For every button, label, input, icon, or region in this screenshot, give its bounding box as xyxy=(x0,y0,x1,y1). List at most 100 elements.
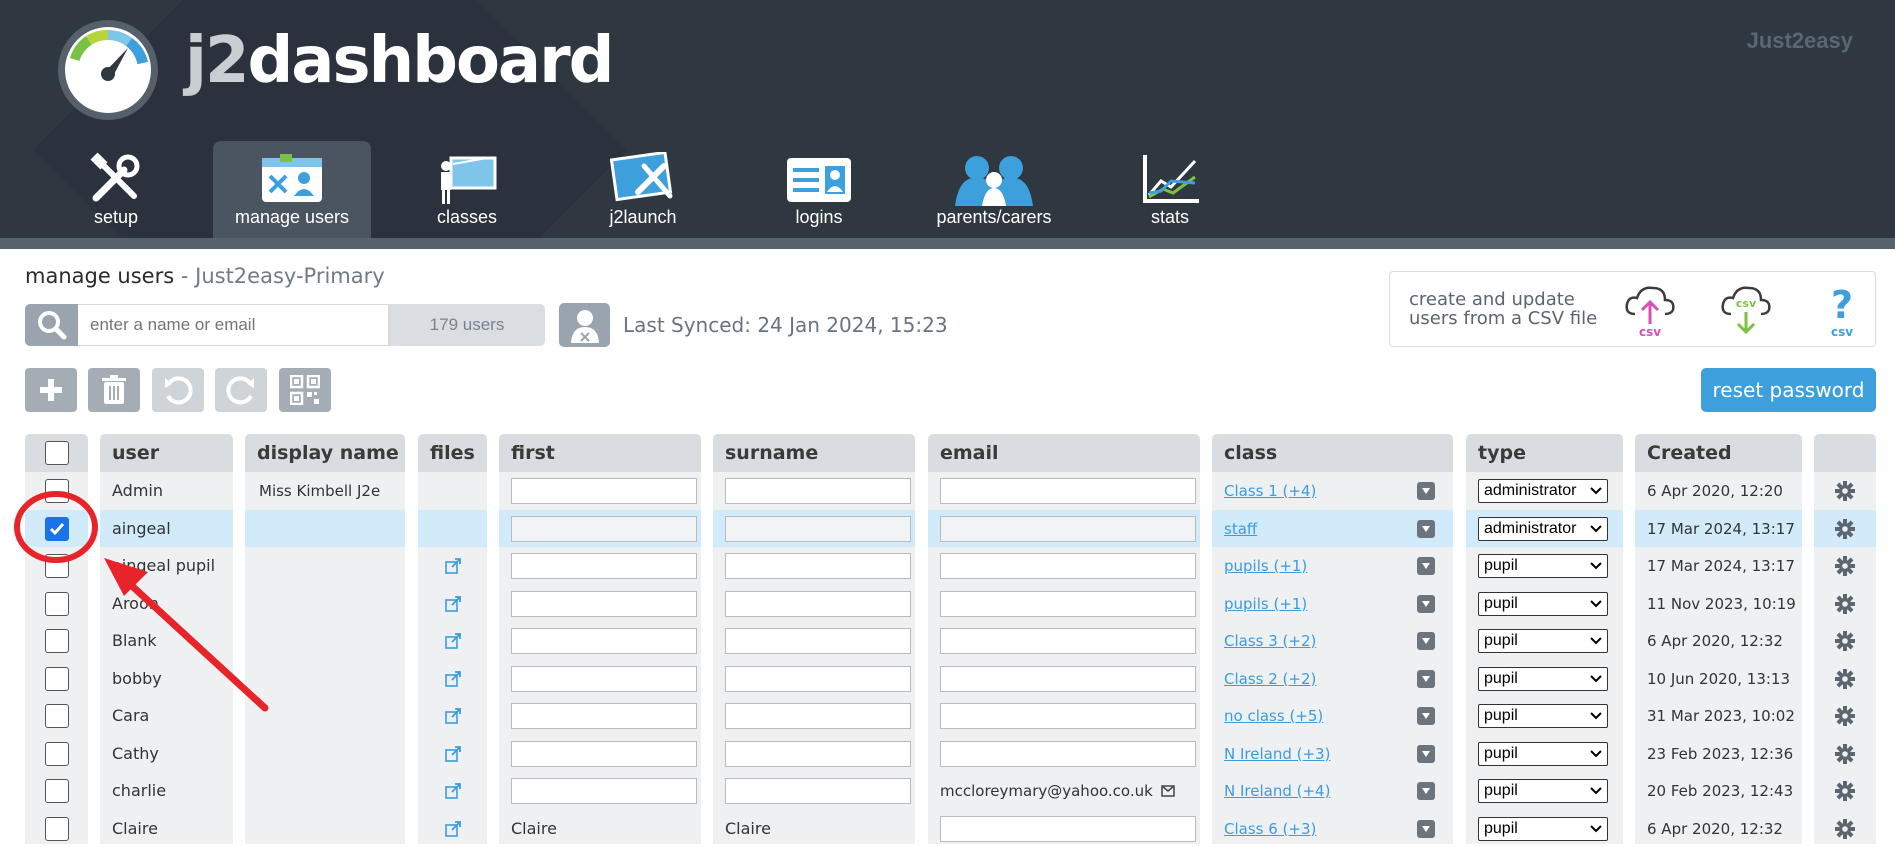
type-select[interactable]: pupil xyxy=(1478,628,1608,653)
type-select[interactable]: pupil xyxy=(1478,741,1608,766)
external-link-icon[interactable] xyxy=(444,707,461,724)
undo-button[interactable] xyxy=(152,368,204,412)
display-name[interactable] xyxy=(245,735,405,772)
external-link-icon[interactable] xyxy=(444,557,461,574)
class-dropdown-button[interactable] xyxy=(1417,819,1435,838)
class-dropdown-button[interactable] xyxy=(1417,631,1435,650)
class-link[interactable]: Class 6 (+3) xyxy=(1224,820,1316,838)
add-user-button[interactable] xyxy=(25,368,77,412)
surname-input[interactable] xyxy=(725,665,911,692)
first-name-input[interactable] xyxy=(511,665,697,692)
reset-password-button[interactable]: reset password xyxy=(1701,368,1876,412)
row-checkbox[interactable] xyxy=(44,628,69,653)
surname-value[interactable]: Claire xyxy=(725,819,771,838)
email-input[interactable] xyxy=(940,702,1196,729)
table-row[interactable]: bobby Class 2 (+2) pupil 10 Jun 2020, 13:13 xyxy=(0,660,1895,697)
search-input[interactable] xyxy=(78,304,389,346)
csv-download-icon[interactable]: csv xyxy=(1719,284,1773,338)
gear-icon[interactable] xyxy=(1835,780,1855,801)
row-checkbox[interactable] xyxy=(44,666,69,691)
display-name[interactable] xyxy=(245,697,405,734)
type-select[interactable]: administrator xyxy=(1478,516,1608,541)
type-select[interactable]: pupil xyxy=(1478,778,1608,803)
col-header-files[interactable]: files xyxy=(418,434,487,472)
nav-stats[interactable]: stats xyxy=(1091,141,1249,238)
type-select[interactable]: pupil xyxy=(1478,703,1608,728)
table-row[interactable]: Aroon pupils (+1) pupil 11 Nov 2023, 10:19 xyxy=(0,585,1895,622)
user-name[interactable]: Cathy xyxy=(100,735,233,772)
surname-input[interactable] xyxy=(725,777,911,804)
table-row[interactable]: Claire Claire Claire Class 6 (+3) pupil 6 Apr… xyxy=(0,810,1895,847)
display-name[interactable] xyxy=(245,810,405,847)
email-input[interactable] xyxy=(940,740,1196,767)
table-row[interactable]: aingeal staff administrator 17 Mar 2024, 13… xyxy=(0,510,1895,547)
dashboard-logo[interactable] xyxy=(56,18,160,122)
col-header-user[interactable]: user xyxy=(100,434,233,472)
user-name[interactable]: Claire xyxy=(100,810,233,847)
first-name-input[interactable] xyxy=(511,477,697,504)
csv-upload-icon[interactable]: csv xyxy=(1623,284,1677,338)
display-name[interactable] xyxy=(245,547,405,584)
user-name[interactable]: aingeal xyxy=(100,510,233,547)
sync-user-icon[interactable] xyxy=(559,303,610,347)
external-link-icon[interactable] xyxy=(444,670,461,687)
row-checkbox[interactable] xyxy=(44,741,69,766)
user-name[interactable]: charlie xyxy=(100,772,233,809)
col-header-email[interactable]: email xyxy=(928,434,1200,472)
external-link-icon[interactable] xyxy=(444,745,461,762)
select-all-checkbox[interactable] xyxy=(44,441,69,465)
gear-icon[interactable] xyxy=(1835,555,1855,576)
gear-icon[interactable] xyxy=(1835,705,1855,726)
gear-icon[interactable] xyxy=(1835,480,1855,501)
email-input[interactable] xyxy=(940,477,1196,504)
gear-icon[interactable] xyxy=(1835,630,1855,651)
external-link-icon[interactable] xyxy=(444,820,461,837)
class-link[interactable]: pupils (+1) xyxy=(1224,557,1307,575)
display-name[interactable] xyxy=(245,660,405,697)
col-header-class[interactable]: class xyxy=(1212,434,1453,472)
search-icon[interactable] xyxy=(25,304,78,346)
first-name-input[interactable] xyxy=(511,627,697,654)
table-row[interactable]: charlie mccloreymary@yahoo.co.uk N Ireland… xyxy=(0,772,1895,809)
gear-icon[interactable] xyxy=(1835,518,1855,539)
row-checkbox[interactable] xyxy=(44,553,69,578)
first-name-input[interactable] xyxy=(511,702,697,729)
surname-input[interactable] xyxy=(725,515,911,542)
surname-input[interactable] xyxy=(725,627,911,654)
type-select[interactable]: pupil xyxy=(1478,816,1608,841)
table-row[interactable]: Admin Miss Kimbell J2e Class 1 (+4) adminis… xyxy=(0,472,1895,509)
display-name[interactable] xyxy=(245,622,405,659)
class-dropdown-button[interactable] xyxy=(1417,481,1435,500)
table-row[interactable]: Blank Class 3 (+2) pupil 6 Apr 2020, 12:32 xyxy=(0,622,1895,659)
surname-input[interactable] xyxy=(725,740,911,767)
row-checkbox[interactable] xyxy=(44,591,69,616)
user-name[interactable]: Blank xyxy=(100,622,233,659)
col-header-surname[interactable]: surname xyxy=(713,434,915,472)
nav-manage-users[interactable]: manage users xyxy=(213,141,371,238)
class-dropdown-button[interactable] xyxy=(1417,781,1435,800)
user-name[interactable]: aingeal pupil xyxy=(100,547,233,584)
email-input[interactable] xyxy=(940,590,1196,617)
row-checkbox[interactable] xyxy=(44,516,69,541)
class-link[interactable]: Class 3 (+2) xyxy=(1224,632,1316,650)
user-name[interactable]: bobby xyxy=(100,660,233,697)
external-link-icon[interactable] xyxy=(444,632,461,649)
row-checkbox[interactable] xyxy=(44,816,69,841)
first-name-value[interactable]: Claire xyxy=(511,819,557,838)
external-link-icon[interactable] xyxy=(444,595,461,612)
email-input[interactable] xyxy=(940,665,1196,692)
type-select[interactable]: pupil xyxy=(1478,666,1608,691)
first-name-input[interactable] xyxy=(511,740,697,767)
class-dropdown-button[interactable] xyxy=(1417,744,1435,763)
email-input[interactable] xyxy=(940,627,1196,654)
surname-input[interactable] xyxy=(725,552,911,579)
col-header-type[interactable]: type xyxy=(1466,434,1623,472)
user-name[interactable]: Admin xyxy=(100,472,233,509)
delete-user-button[interactable] xyxy=(88,368,140,412)
table-row[interactable]: aingeal pupil pupils (+1) pupil 17 Mar 2024… xyxy=(0,547,1895,584)
class-link[interactable]: N Ireland (+3) xyxy=(1224,745,1330,763)
surname-input[interactable] xyxy=(725,702,911,729)
gear-icon[interactable] xyxy=(1835,593,1855,614)
class-link[interactable]: no class (+5) xyxy=(1224,707,1323,725)
external-link-icon[interactable] xyxy=(444,782,461,799)
